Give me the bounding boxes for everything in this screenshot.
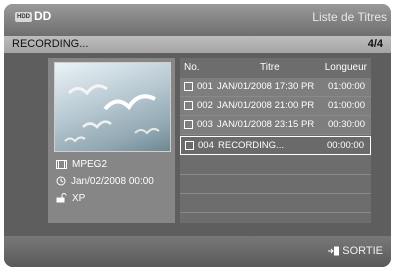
empty-row [180, 175, 371, 194]
top-bar: HDD DD Liste de Titres [4, 4, 391, 36]
title-row-selected[interactable]: 004 RECORDING... 00:00:00 [180, 136, 371, 155]
preview-thumbnail [54, 62, 171, 152]
format-row: MPEG2 [56, 158, 107, 172]
row-number: 004 [198, 140, 214, 151]
footer-bar: SORTIE [4, 236, 391, 267]
status-bar: RECORDING... 4/4 [4, 36, 391, 53]
device-title: DD [34, 9, 52, 23]
row-length: 01:00:00 [328, 100, 365, 111]
row-length: 00:00:00 [327, 140, 364, 151]
exit-button[interactable]: SORTIE [328, 245, 383, 257]
lock-icon [56, 193, 67, 203]
column-title: Titre [260, 62, 280, 73]
exit-label: SORTIE [342, 245, 383, 257]
row-title: RECORDING... [218, 140, 284, 151]
clock-icon [56, 176, 66, 186]
exit-icon [328, 246, 340, 256]
row-title: JAN/01/2008 23:15 PR [217, 119, 315, 130]
column-length: Longueur [324, 62, 367, 73]
format-label: MPEG2 [72, 159, 108, 170]
quality-label: XP [72, 193, 86, 204]
title-row[interactable]: 003 JAN/01/2008 23:15 PR 00:30:00 [180, 116, 371, 135]
preview-panel: MPEG2 Jan/02/2008 00:00 XP [48, 58, 175, 223]
title-row[interactable]: 001 JAN/01/2008 17:30 PR 01:00:00 [180, 78, 371, 97]
empty-row [180, 156, 371, 175]
row-number: 002 [197, 100, 213, 111]
empty-row [180, 194, 371, 213]
row-checkbox[interactable] [184, 101, 193, 110]
title-list: No. Titre Longueur 001 JAN/01/2008 17:30… [180, 58, 371, 223]
row-checkbox[interactable] [184, 120, 193, 129]
datetime-row: Jan/02/2008 00:00 [56, 175, 154, 189]
list-header: No. Titre Longueur [180, 58, 371, 78]
column-no: No. [184, 62, 200, 73]
row-length: 01:00:00 [328, 81, 365, 92]
title-row[interactable]: 002 JAN/01/2008 21:00 PR 01:00:00 [180, 97, 371, 116]
recording-status: RECORDING... [12, 38, 89, 50]
quality-row: XP [56, 192, 85, 206]
row-title: JAN/01/2008 21:00 PR [217, 100, 315, 111]
row-checkbox[interactable] [185, 141, 194, 150]
dvd-recorder-screen: HDD DD Liste de Titres RECORDING... 4/4 … [4, 4, 391, 267]
page-indicator: 4/4 [367, 38, 383, 50]
row-number: 003 [197, 119, 213, 130]
film-icon [56, 159, 67, 169]
row-title: JAN/01/2008 17:30 PR [217, 81, 315, 92]
hdd-badge: HDD [15, 12, 32, 22]
datetime-label: Jan/02/2008 00:00 [71, 176, 154, 187]
row-number: 001 [197, 81, 213, 92]
screen-title: Liste de Titres [312, 10, 387, 24]
seagulls-image [64, 84, 160, 143]
row-length: 00:30:00 [328, 119, 365, 130]
row-checkbox[interactable] [184, 82, 193, 91]
